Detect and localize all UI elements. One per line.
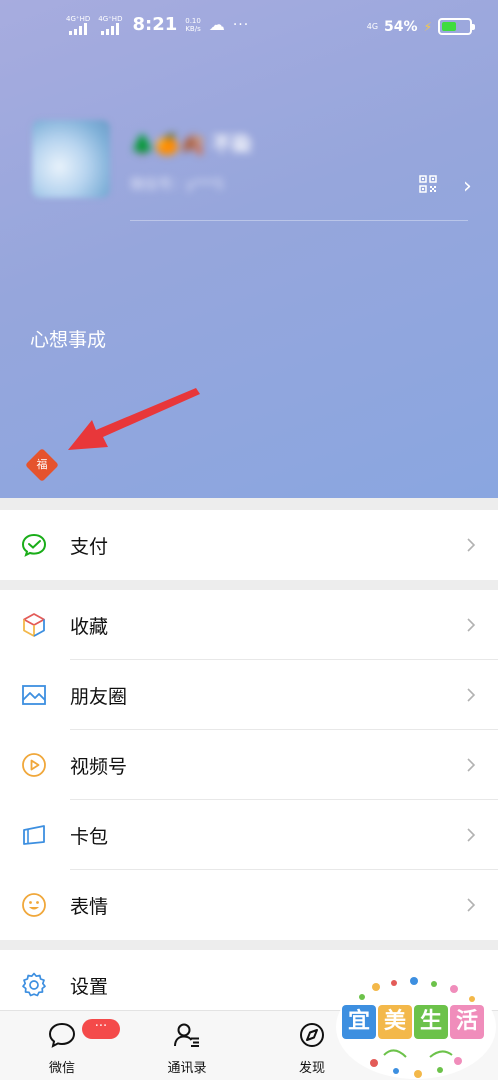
menu-item-stickers[interactable]: 表情 <box>0 870 498 940</box>
speed-unit: KB/s <box>185 24 201 33</box>
qr-code-icon[interactable] <box>419 175 437 193</box>
status-bar: 4G⁺HD 4G⁺HD 8:21 0.10 KB/s ☁ ··· 4G 54% … <box>0 0 498 56</box>
menu-item-label: 表情 <box>70 895 109 918</box>
speed-value: 0.10 <box>185 16 201 25</box>
yimei-shenghuo-watermark: 宜 美 生 活 <box>334 975 498 1080</box>
chevron-right-icon <box>467 618 476 632</box>
watermark-char: 生 <box>414 1005 448 1039</box>
weather-icon: ☁ <box>208 15 225 34</box>
watermark-char: 活 <box>450 1005 484 1039</box>
pay-group: 支付 <box>0 510 498 580</box>
chevron-right-icon <box>467 898 476 912</box>
menu-item-label: 支付 <box>70 535 109 558</box>
menu-item-label: 收藏 <box>70 615 109 638</box>
tab-label: 通讯录 <box>167 1061 207 1076</box>
battery-icon <box>438 18 475 35</box>
charging-icon: ⚡ <box>423 19 432 34</box>
unread-badge: ··· <box>82 1019 120 1039</box>
menu-item-label: 卡包 <box>70 825 109 848</box>
menu-item-pay[interactable]: 支付 <box>0 510 498 580</box>
avatar[interactable] <box>32 120 110 198</box>
stickers-icon <box>22 893 46 917</box>
menu-item-label: 视频号 <box>70 755 128 778</box>
red-pointer-arrow-icon <box>68 388 200 450</box>
status-motto[interactable]: 心想事成 <box>30 325 106 352</box>
contacts-icon <box>174 1023 199 1047</box>
menu-item-moments[interactable]: 朋友圈 <box>0 660 498 730</box>
network-speed: 0.10 KB/s <box>185 17 201 33</box>
sim2-signal: 4G⁺HD <box>98 15 122 35</box>
menu-item-channels[interactable]: 视频号 <box>0 730 498 800</box>
tab-contacts[interactable]: 通讯录 <box>137 1011 237 1080</box>
wechat-id[interactable]: 微信号：y***5 <box>130 174 224 194</box>
chevron-right-icon <box>467 688 476 702</box>
settings-icon <box>22 972 46 997</box>
fu-badge-icon[interactable]: 福 <box>25 448 59 482</box>
menu-item-label: 设置 <box>70 975 109 998</box>
favorites-icon <box>23 613 45 637</box>
profile-divider <box>130 220 468 221</box>
pay-icon <box>21 533 47 557</box>
tab-label: 微信 <box>48 1061 75 1076</box>
channels-icon <box>22 753 46 777</box>
chevron-right-icon <box>467 828 476 842</box>
discover-icon <box>300 1023 324 1047</box>
card-wallet-icon <box>23 825 45 845</box>
menu-item-favorites[interactable]: 收藏 <box>0 590 498 660</box>
notification-more-icon: ··· <box>232 16 250 33</box>
tab-chats[interactable]: ··· 微信 <box>12 1011 120 1080</box>
profile-chevron-right-icon[interactable]: › <box>463 174 472 199</box>
sim2-label: 4G⁺HD <box>98 14 123 23</box>
menu-item-card-wallet[interactable]: 卡包 <box>0 800 498 870</box>
menu-item-label: 朋友圈 <box>70 685 128 708</box>
battery-percent: 54% <box>384 18 418 35</box>
network-type: 4G <box>366 22 379 31</box>
features-group: 收藏 朋友圈 视频号 卡包 表情 <box>0 590 498 940</box>
watermark-char: 美 <box>378 1005 412 1039</box>
sim1-label: 4G⁺HD <box>66 14 91 23</box>
chats-icon <box>48 1022 76 1048</box>
chevron-right-icon <box>467 758 476 772</box>
profile-header: 4G⁺HD 4G⁺HD 8:21 0.10 KB/s ☁ ··· 4G 54% … <box>0 0 498 498</box>
nickname[interactable]: 🌲🍊🍂 不染 <box>130 128 252 157</box>
chevron-right-icon <box>467 538 476 552</box>
clock: 8:21 <box>132 14 178 35</box>
watermark-char: 宜 <box>342 1005 376 1039</box>
moments-icon <box>22 685 46 705</box>
sim1-signal: 4G⁺HD <box>66 15 90 35</box>
fu-badge-label: 福 <box>36 458 48 471</box>
